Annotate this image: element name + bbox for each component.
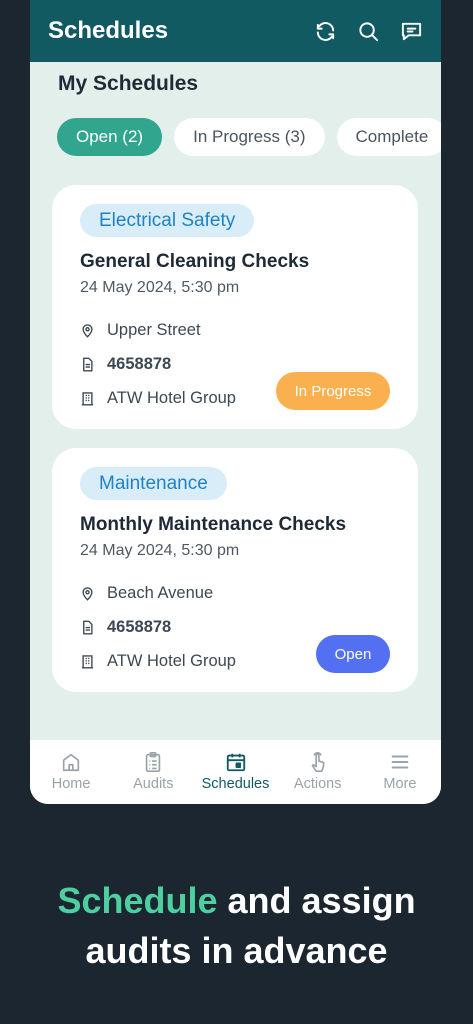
id-text: 4658878 [107, 355, 172, 373]
id-row: 4658878 [80, 355, 171, 374]
nav-audits[interactable]: Audits [112, 740, 194, 804]
status-badge[interactable]: In Progress [276, 372, 390, 410]
document-icon [80, 620, 95, 635]
schedule-card[interactable]: Maintenance Monthly Maintenance Checks 2… [52, 448, 418, 692]
location-text: Beach Avenue [107, 584, 214, 602]
refresh-icon[interactable] [314, 20, 337, 43]
marketing-tagline: Schedule and assign audits in advance [0, 876, 473, 976]
status-badge[interactable]: Open [316, 635, 390, 673]
hand-pointer-icon [307, 751, 329, 776]
nav-label: Schedules [201, 776, 270, 792]
clipboard-icon [142, 751, 164, 776]
company-row: ATW Hotel Group [80, 389, 236, 408]
tagline-line-1: Schedule and assign [0, 876, 473, 926]
nav-label: More [383, 776, 417, 792]
filter-open[interactable]: Open (2) [57, 118, 163, 156]
location-text: Upper Street [107, 321, 201, 339]
schedule-date: 24 May 2024, 5:30 pm [80, 542, 240, 559]
bottom-navigation: Home Audits Schedules Actions More [30, 739, 441, 804]
schedule-card[interactable]: Electrical Safety General Cleaning Check… [52, 185, 418, 429]
location-row: Upper Street [80, 321, 201, 340]
filter-chips: Open (2) In Progress (3) Complete [57, 118, 441, 156]
chat-icon[interactable] [400, 20, 423, 43]
schedule-title: General Cleaning Checks [80, 251, 310, 272]
nav-schedules[interactable]: Schedules [194, 740, 276, 804]
page-title: Schedules [48, 17, 169, 44]
company-text: ATW Hotel Group [107, 652, 236, 670]
nav-label: Home [51, 776, 91, 792]
document-icon [80, 357, 95, 372]
app-screen: Schedules My Schedules Open (2) In Progr… [30, 0, 441, 804]
app-header: Schedules [30, 0, 441, 62]
id-row: 4658878 [80, 618, 171, 637]
nav-home[interactable]: Home [30, 740, 112, 804]
header-actions [314, 20, 423, 43]
location-pin-icon [80, 323, 95, 338]
nav-label: Actions [293, 776, 342, 792]
filter-in-progress[interactable]: In Progress (3) [174, 118, 325, 156]
building-icon [80, 391, 95, 406]
home-icon [60, 751, 82, 776]
nav-label: Audits [133, 776, 174, 792]
category-tag: Electrical Safety [80, 204, 255, 237]
schedule-title: Monthly Maintenance Checks [80, 514, 347, 535]
company-text: ATW Hotel Group [107, 389, 236, 407]
category-tag: Maintenance [80, 467, 227, 500]
search-icon[interactable] [357, 20, 380, 43]
nav-more[interactable]: More [359, 740, 441, 804]
nav-actions[interactable]: Actions [277, 740, 359, 804]
menu-icon [389, 751, 411, 776]
id-text: 4658878 [107, 618, 172, 636]
section-title: My Schedules [58, 72, 199, 95]
tagline-line-2: audits in advance [85, 930, 388, 971]
tagline-accent: Schedule [57, 880, 218, 921]
filter-complete[interactable]: Complete [336, 118, 441, 156]
schedule-date: 24 May 2024, 5:30 pm [80, 279, 240, 296]
company-row: ATW Hotel Group [80, 652, 236, 671]
building-icon [80, 654, 95, 669]
tagline-rest: and assign [217, 880, 416, 921]
location-row: Beach Avenue [80, 584, 213, 603]
location-pin-icon [80, 586, 95, 601]
calendar-icon [225, 751, 247, 776]
